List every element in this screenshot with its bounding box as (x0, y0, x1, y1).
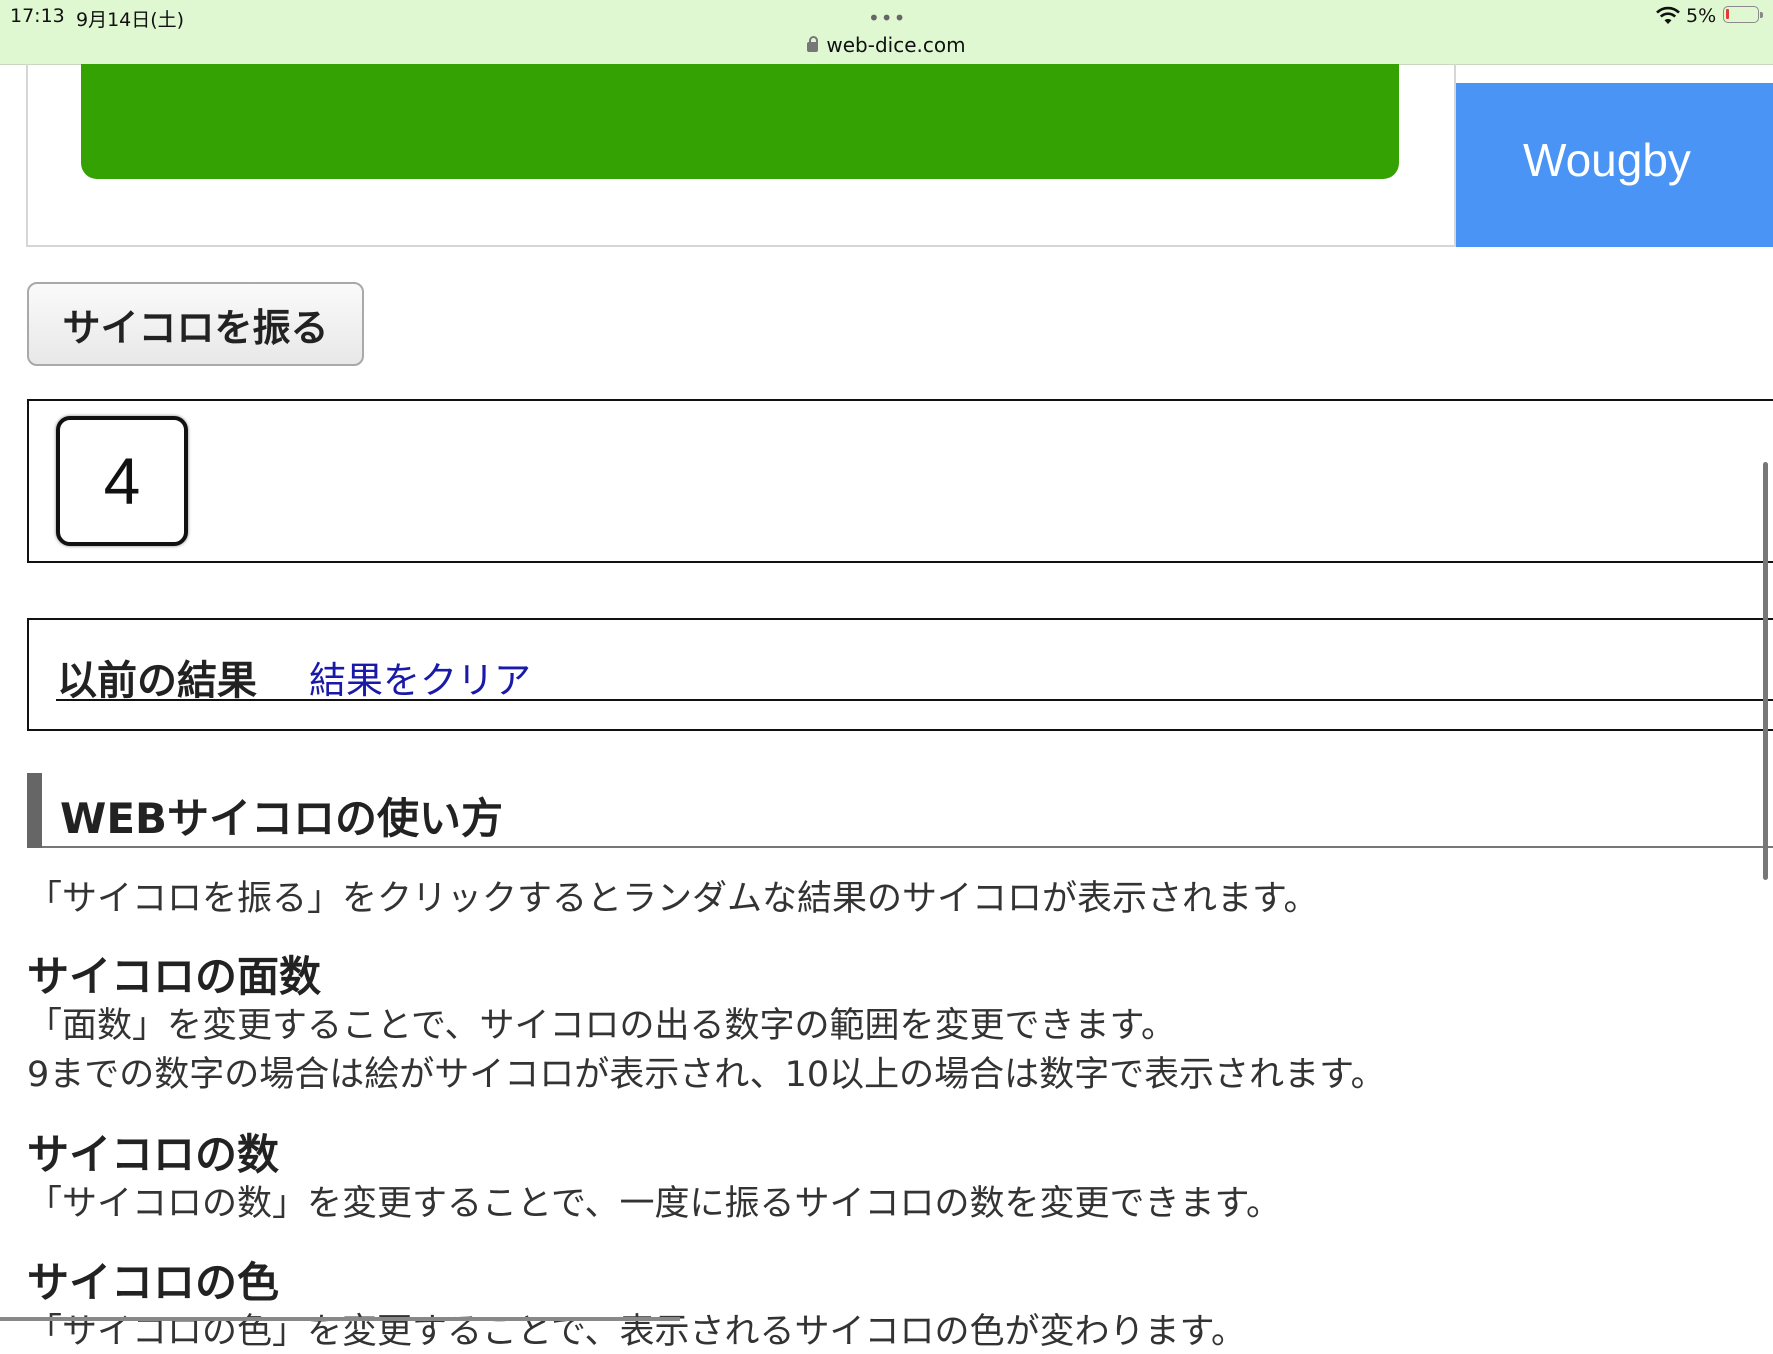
previous-results-title: 以前の結果 (57, 658, 257, 704)
scrollbar[interactable] (1763, 462, 1768, 880)
multitask-dots-icon[interactable]: ••• (868, 6, 906, 30)
previous-results-divider (56, 699, 1773, 701)
howto-intro: 「サイコロを振る」をクリックするとランダムな結果のサイコロが表示されます。 (27, 879, 1319, 919)
previous-results-box (27, 618, 1773, 731)
count-text: 「サイコロの数」を変更することで、一度に振るサイコロの数を変更できます。 (27, 1184, 1282, 1224)
browser-status-bar: 17:13 9月14日(土) ••• web-dice.com 5% (0, 0, 1773, 65)
status-date: 9月14日(土) (76, 9, 185, 31)
dice-result-area (27, 399, 1773, 563)
howto-heading-text: WEBサイコロの使い方 (60, 794, 504, 843)
color-heading: サイコロの色 (27, 1258, 280, 1307)
howto-heading: WEBサイコロの使い方 (27, 773, 1773, 848)
faces-text-2: 9までの数字の場合は絵がサイコロが表示され、10以上の場合は数字で表示されます。 (27, 1055, 1386, 1095)
count-heading: サイコロの数 (27, 1130, 280, 1179)
wifi-icon (1656, 6, 1680, 24)
status-time: 17:13 (10, 5, 65, 27)
faces-heading: サイコロの面数 (27, 952, 322, 1001)
heading-accent-bar (27, 773, 42, 848)
faces-text-1: 「面数」を変更することで、サイコロの出る数字の範囲を変更できます。 (27, 1006, 1177, 1046)
die-face: 4 (56, 416, 188, 546)
url-text: web-dice.com (826, 33, 966, 57)
address-bar[interactable]: web-dice.com (0, 33, 1773, 57)
battery-percent: 5% (1686, 5, 1717, 27)
ad-banner-blue[interactable]: Wougby (1456, 83, 1773, 247)
clear-results-link[interactable]: 結果をクリア (309, 650, 531, 704)
roll-dice-button[interactable]: サイコロを振る (27, 282, 364, 366)
lock-icon (807, 36, 819, 52)
ad-banner-green[interactable] (81, 64, 1399, 179)
ad-brand-text: Wougby (1523, 134, 1691, 186)
home-indicator (0, 1317, 680, 1321)
battery-icon (1723, 6, 1763, 23)
